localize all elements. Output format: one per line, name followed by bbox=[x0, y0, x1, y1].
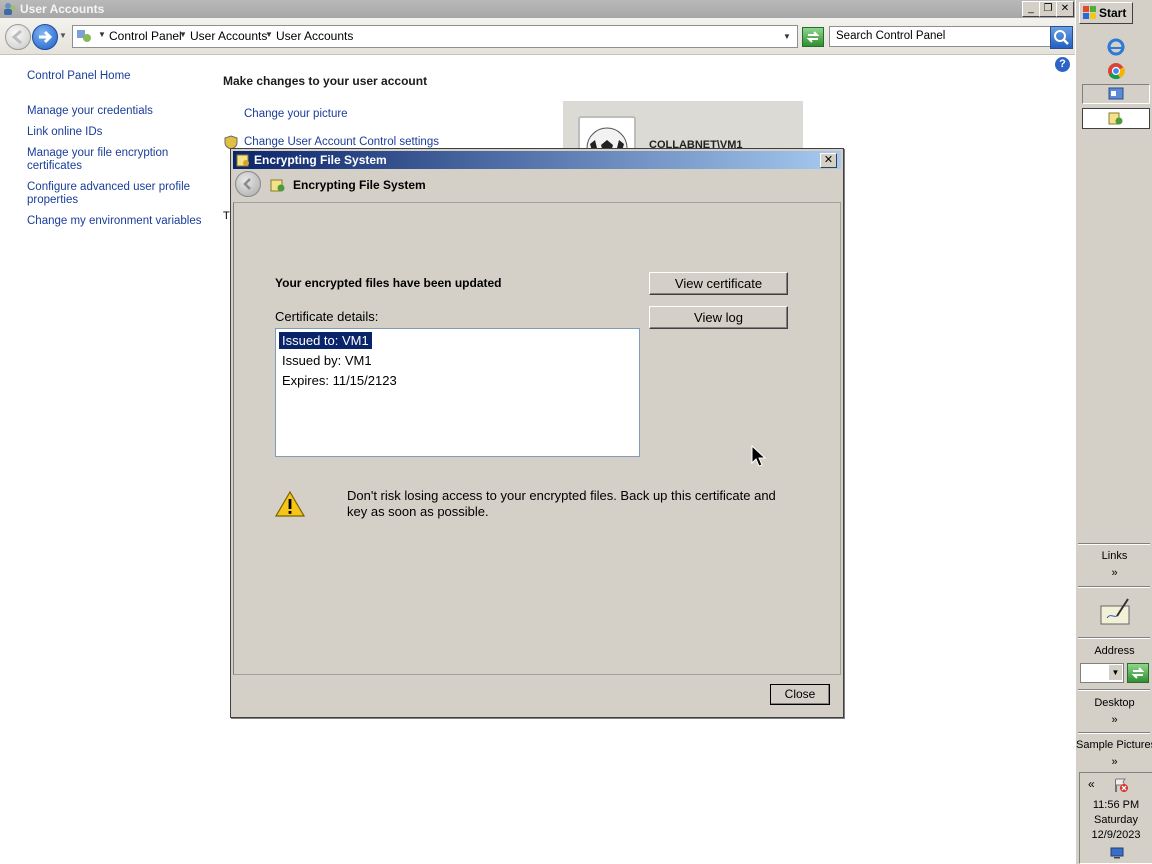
address-dropdown-icon[interactable]: ▼ bbox=[783, 32, 791, 41]
view-certificate-button[interactable]: View certificate bbox=[649, 272, 788, 295]
link-online-ids-link[interactable]: Link online IDs bbox=[27, 126, 102, 139]
clock-time[interactable]: 11:56 PM bbox=[1080, 799, 1152, 811]
forward-arrow-icon bbox=[39, 30, 53, 44]
links-chevron-icon[interactable]: » bbox=[1076, 567, 1152, 579]
certificate-details-list[interactable]: Issued to: VM1 Issued by: VM1 Expires: 1… bbox=[275, 328, 640, 457]
cert-issued-to[interactable]: Issued to: VM1 bbox=[279, 332, 372, 349]
address-dropdown-icon[interactable]: ▼ bbox=[1109, 665, 1122, 680]
window-title: User Accounts bbox=[20, 2, 105, 16]
change-uac-settings-link[interactable]: Change User Account Control settings bbox=[244, 136, 439, 148]
chrome-icon[interactable] bbox=[1107, 62, 1125, 80]
refresh-button[interactable] bbox=[802, 27, 824, 47]
crumb-chevron-icon[interactable]: ▼ bbox=[265, 30, 273, 39]
control-panel-icon bbox=[1108, 87, 1124, 100]
efs-icon bbox=[1108, 112, 1123, 125]
navigation-bar: ▼ ▼ Control Panel ▼ User Accounts ▼ User… bbox=[0, 18, 1075, 55]
windows-logo-icon bbox=[1083, 6, 1096, 19]
crumb-chevron-icon[interactable]: ▼ bbox=[179, 30, 187, 39]
dialog-back-button[interactable] bbox=[235, 171, 261, 197]
search-placeholder: Search Control Panel bbox=[836, 30, 946, 42]
start-button[interactable]: Start bbox=[1079, 2, 1133, 24]
configure-profile-properties-link[interactable]: Configure advanced user profile properti… bbox=[27, 181, 197, 207]
start-label: Start bbox=[1099, 6, 1127, 20]
search-button[interactable] bbox=[1050, 26, 1073, 49]
page-heading: Make changes to your user account bbox=[223, 74, 428, 88]
close-button[interactable]: Close bbox=[770, 684, 830, 705]
dialog-header: Encrypting File System bbox=[293, 178, 426, 192]
address-go-button[interactable] bbox=[1127, 663, 1149, 683]
manage-credentials-link[interactable]: Manage your credentials bbox=[27, 105, 153, 118]
crumb-control-panel[interactable]: Control Panel bbox=[109, 29, 182, 43]
certificate-details-label: Certificate details: bbox=[275, 309, 379, 324]
user-account-panel: COLLABNET\VM1 bbox=[563, 101, 803, 174]
taskbar-item-control-panel[interactable] bbox=[1082, 84, 1150, 104]
warning-icon bbox=[275, 491, 305, 517]
sample-pictures-toolbar-label[interactable]: Sample Pictures bbox=[1076, 739, 1152, 751]
partial-text: T bbox=[223, 210, 230, 222]
desktop-chevron-icon[interactable]: » bbox=[1076, 714, 1152, 726]
search-icon bbox=[1054, 30, 1069, 45]
manage-encryption-certificates-link[interactable]: Manage your file encryption certificates bbox=[27, 147, 187, 173]
mouse-cursor-icon bbox=[751, 445, 767, 467]
restore-button[interactable]: ❐ bbox=[1039, 1, 1057, 17]
status-message: Your encrypted files have been updated bbox=[275, 276, 502, 290]
user-accounts-icon bbox=[4, 3, 16, 15]
clock-day: Saturday bbox=[1093, 814, 1139, 826]
show-desktop-icon[interactable] bbox=[1110, 847, 1124, 859]
change-picture-link[interactable]: Change your picture bbox=[244, 108, 348, 120]
certificate-key-icon bbox=[236, 154, 249, 167]
address-toolbar-label: Address bbox=[1094, 645, 1135, 657]
efs-icon bbox=[270, 179, 285, 192]
cert-expires[interactable]: Expires: 11/15/2123 bbox=[282, 373, 397, 388]
control-panel-icon bbox=[77, 30, 91, 42]
signature-pen-icon[interactable] bbox=[1099, 596, 1131, 626]
back-arrow-icon bbox=[11, 29, 22, 45]
address-box[interactable]: ▼ Control Panel ▼ User Accounts ▼ User A… bbox=[72, 25, 798, 48]
back-button[interactable] bbox=[5, 24, 31, 50]
crumb-user-accounts-current[interactable]: User Accounts bbox=[276, 29, 353, 43]
action-center-flag-icon[interactable] bbox=[1113, 777, 1129, 793]
taskbar-item-efs[interactable] bbox=[1082, 108, 1150, 129]
dialog-content-panel: Your encrypted files have been updated C… bbox=[233, 202, 841, 675]
sample-pictures-chevron-icon[interactable]: » bbox=[1076, 756, 1152, 768]
taskbar: Start Links » Address ▼ Desktop » Sample… bbox=[1075, 0, 1152, 864]
help-icon[interactable]: ? bbox=[1055, 57, 1070, 72]
minimize-button[interactable]: _ bbox=[1022, 1, 1040, 17]
backup-warning-text: Don't risk losing access to your encrypt… bbox=[347, 488, 776, 519]
crumb-user-accounts[interactable]: User Accounts bbox=[190, 29, 267, 43]
go-arrows-icon bbox=[1131, 667, 1145, 679]
desktop-toolbar-label[interactable]: Desktop bbox=[1076, 697, 1152, 709]
refresh-icon bbox=[806, 31, 820, 43]
links-toolbar-label[interactable]: Links bbox=[1076, 550, 1152, 562]
tray-expand-icon[interactable]: « bbox=[1088, 777, 1095, 791]
close-window-button[interactable]: ✕ bbox=[1056, 1, 1074, 17]
back-arrow-icon bbox=[243, 178, 251, 190]
control-panel-home-link[interactable]: Control Panel Home bbox=[27, 70, 131, 83]
forward-button[interactable] bbox=[32, 24, 58, 50]
search-input[interactable]: Search Control Panel bbox=[829, 26, 1051, 47]
crumb-chevron-icon[interactable]: ▼ bbox=[98, 30, 106, 39]
dialog-title: Encrypting File System bbox=[254, 153, 387, 167]
change-environment-variables-link[interactable]: Change my environment variables bbox=[27, 215, 202, 228]
system-tray: « 11:56 PM Saturday 12/9/2023 bbox=[1079, 772, 1152, 864]
clock-date: 12/9/2023 bbox=[1091, 829, 1141, 841]
view-log-button[interactable]: View log bbox=[649, 306, 788, 329]
recent-pages-chevron-icon[interactable]: ▼ bbox=[59, 31, 67, 40]
dialog-close-icon[interactable]: ✕ bbox=[820, 153, 837, 168]
window-titlebar[interactable]: User Accounts _ ❐ ✕ bbox=[0, 0, 1075, 18]
cert-issued-by[interactable]: Issued by: VM1 bbox=[282, 353, 372, 368]
internet-explorer-icon[interactable] bbox=[1107, 38, 1125, 56]
encrypting-file-system-dialog: Encrypting File System ✕ Encrypting File… bbox=[230, 148, 844, 718]
taskbar-address-input[interactable]: ▼ bbox=[1080, 663, 1124, 683]
dialog-titlebar[interactable]: Encrypting File System ✕ bbox=[233, 151, 841, 169]
